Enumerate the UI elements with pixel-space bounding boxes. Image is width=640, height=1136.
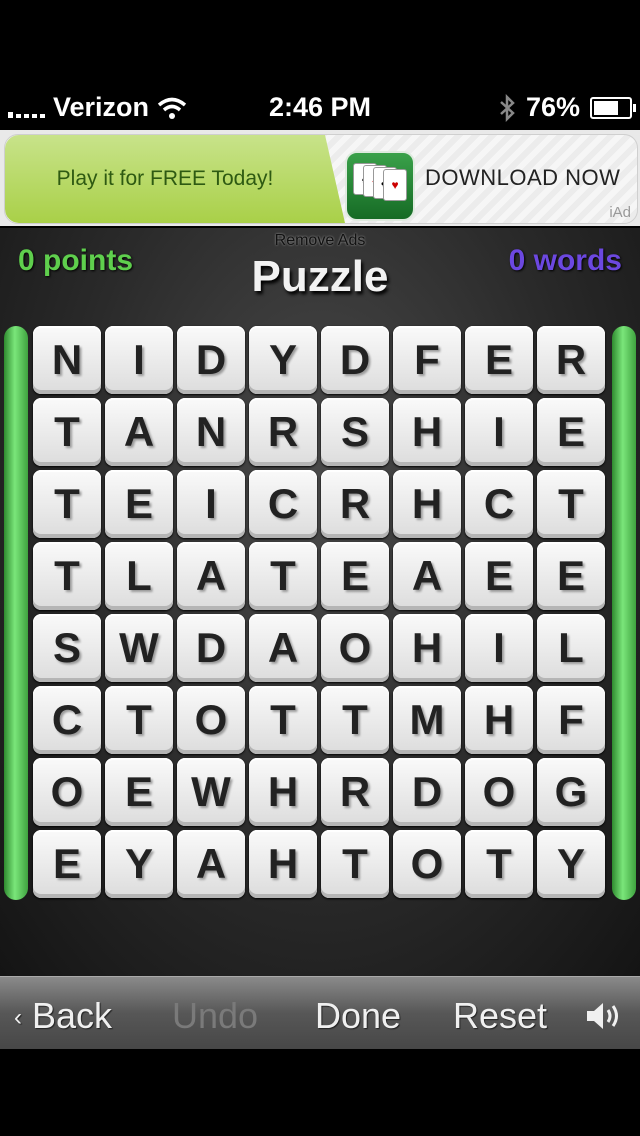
left-rail — [4, 326, 28, 900]
letter-tile[interactable]: G — [537, 758, 605, 826]
letter-grid: NIDYDFERTANRSHIETEICRHCTTLATEAEESWDAOHIL… — [33, 326, 609, 902]
status-bar: Verizon 2:46 PM 76% — [0, 88, 640, 128]
letter-tile[interactable]: H — [393, 470, 461, 538]
battery-icon — [590, 96, 636, 119]
letter-tile[interactable]: T — [465, 830, 533, 898]
letter-tile[interactable]: E — [105, 470, 173, 538]
letter-tile[interactable]: L — [537, 614, 605, 682]
letter-tile[interactable]: R — [249, 398, 317, 466]
letter-tile[interactable]: T — [321, 830, 389, 898]
letter-tile[interactable]: T — [249, 686, 317, 754]
back-button[interactable]: ‹ Back — [14, 995, 112, 1037]
letter-tile[interactable]: D — [321, 326, 389, 394]
letter-tile[interactable]: W — [177, 758, 245, 826]
speaker-icon[interactable] — [584, 999, 622, 1041]
words-counter: 0 words — [508, 244, 622, 277]
letter-tile[interactable]: D — [393, 758, 461, 826]
letter-tile[interactable]: T — [33, 470, 101, 538]
letter-tile[interactable]: E — [33, 830, 101, 898]
letter-tile[interactable]: E — [537, 542, 605, 610]
chevron-left-icon: ‹ — [14, 1004, 22, 1032]
letter-tile[interactable]: H — [393, 614, 461, 682]
letter-tile[interactable]: R — [537, 326, 605, 394]
letter-tile[interactable]: H — [249, 830, 317, 898]
bluetooth-icon — [500, 93, 515, 122]
letter-tile[interactable]: I — [177, 470, 245, 538]
letter-tile[interactable]: H — [249, 758, 317, 826]
letter-tile[interactable]: F — [393, 326, 461, 394]
status-right: 76% — [498, 92, 636, 123]
letter-tile[interactable]: O — [321, 614, 389, 682]
letter-tile[interactable]: C — [249, 470, 317, 538]
letter-tile[interactable]: H — [393, 398, 461, 466]
screen: Verizon 2:46 PM 76% Play it for FREE Tod… — [0, 0, 640, 1136]
solitaire-app-icon[interactable]: ♠ ♦ ♣ ♥ — [345, 151, 415, 221]
letter-tile[interactable]: T — [321, 686, 389, 754]
bottom-toolbar: ‹ Back Undo Done Reset — [0, 976, 640, 1049]
ad-headline: Play it for FREE Today! — [56, 167, 274, 190]
letter-tile[interactable]: C — [33, 686, 101, 754]
ad-banner[interactable]: Play it for FREE Today! ♠ ♦ ♣ ♥ DOWNLOAD… — [0, 130, 640, 226]
letter-tile[interactable]: T — [105, 686, 173, 754]
battery-percent: 76% — [525, 92, 580, 122]
iad-badge: iAd — [609, 204, 631, 221]
letter-tile[interactable]: A — [249, 614, 317, 682]
letter-tile[interactable]: A — [393, 542, 461, 610]
ad-headline-area[interactable]: Play it for FREE Today! — [5, 135, 325, 223]
ad-inner[interactable]: Play it for FREE Today! ♠ ♦ ♣ ♥ DOWNLOAD… — [4, 134, 638, 224]
letter-tile[interactable]: S — [321, 398, 389, 466]
letter-tile[interactable]: D — [177, 614, 245, 682]
letter-tile[interactable]: F — [537, 686, 605, 754]
letter-tile[interactable]: W — [105, 614, 173, 682]
letter-tile[interactable]: S — [33, 614, 101, 682]
letter-tile[interactable]: T — [537, 470, 605, 538]
letter-tile[interactable]: I — [465, 614, 533, 682]
letter-tile[interactable]: T — [33, 542, 101, 610]
letter-tile[interactable]: O — [465, 758, 533, 826]
letter-tile[interactable]: O — [177, 686, 245, 754]
letter-tile[interactable]: O — [33, 758, 101, 826]
letter-tile[interactable]: I — [465, 398, 533, 466]
letter-tile[interactable]: H — [465, 686, 533, 754]
letter-tile[interactable]: E — [537, 398, 605, 466]
letter-tile[interactable]: E — [465, 542, 533, 610]
letter-tile[interactable]: T — [33, 398, 101, 466]
letter-tile[interactable]: N — [33, 326, 101, 394]
back-label: Back — [32, 995, 113, 1036]
letter-tile[interactable]: N — [177, 398, 245, 466]
letter-tile[interactable]: R — [321, 470, 389, 538]
letter-tile[interactable]: E — [321, 542, 389, 610]
letter-tile[interactable]: A — [177, 542, 245, 610]
letter-tile[interactable]: D — [177, 326, 245, 394]
letter-tile[interactable]: A — [105, 398, 173, 466]
letter-tile[interactable]: E — [465, 326, 533, 394]
game-area: 0 points Remove Ads Puzzle 0 words NIDYD… — [0, 228, 640, 976]
undo-button[interactable]: Undo — [172, 995, 258, 1037]
letter-tile[interactable]: T — [249, 542, 317, 610]
letter-tile[interactable]: M — [393, 686, 461, 754]
letter-tile[interactable]: R — [321, 758, 389, 826]
letter-tile[interactable]: Y — [249, 326, 317, 394]
right-rail — [612, 326, 636, 900]
letter-tile[interactable]: E — [105, 758, 173, 826]
letter-tile[interactable]: L — [105, 542, 173, 610]
letter-tile[interactable]: Y — [105, 830, 173, 898]
reset-button[interactable]: Reset — [453, 995, 547, 1037]
done-button[interactable]: Done — [315, 995, 401, 1037]
letter-tile[interactable]: A — [177, 830, 245, 898]
letter-tile[interactable]: I — [105, 326, 173, 394]
letter-tile[interactable]: Y — [537, 830, 605, 898]
letter-tile[interactable]: O — [393, 830, 461, 898]
ad-download-button[interactable]: DOWNLOAD NOW — [425, 165, 620, 191]
battery-fill — [594, 100, 618, 115]
letter-tile[interactable]: C — [465, 470, 533, 538]
